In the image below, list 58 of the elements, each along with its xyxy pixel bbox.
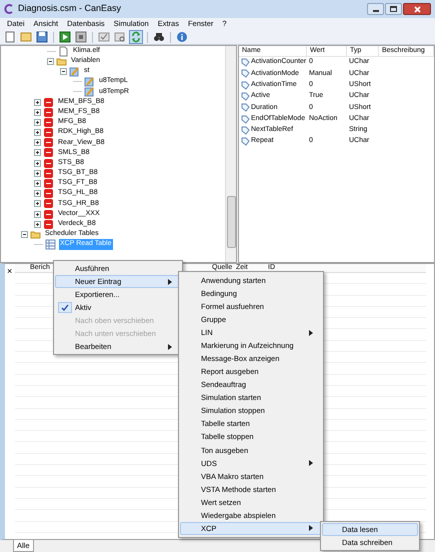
collapse-icon[interactable] (60, 68, 67, 75)
scrollbar[interactable] (225, 46, 236, 262)
info-button[interactable] (175, 30, 189, 44)
ecu-icon (43, 208, 54, 220)
expand-icon[interactable] (34, 220, 41, 228)
app-icon (4, 4, 14, 14)
expand-icon[interactable] (34, 149, 41, 156)
pencil-icon (84, 86, 95, 98)
play-button[interactable] (58, 30, 72, 44)
expand-icon[interactable] (34, 129, 41, 136)
expand-icon[interactable] (34, 190, 41, 198)
table-icon (45, 239, 56, 250)
expand-icon[interactable] (34, 210, 41, 218)
expand-icon[interactable] (34, 139, 41, 146)
ecu-icon (43, 137, 54, 148)
folder-icon (56, 56, 67, 67)
ecu-icon (43, 106, 54, 118)
collapse-icon[interactable] (47, 58, 54, 65)
pencil-icon (84, 76, 95, 88)
ecu-icon (43, 147, 54, 158)
submenu-arrow-icon (309, 525, 313, 532)
save-button[interactable] (35, 30, 49, 44)
checkmark-icon (58, 302, 72, 313)
submenu-arrow-icon (309, 460, 313, 466)
pencil-icon (69, 66, 80, 77)
stop-button[interactable] (74, 30, 88, 44)
checklist-button[interactable] (97, 30, 111, 44)
ecu-icon (43, 198, 54, 210)
ecu-icon (43, 218, 54, 230)
ecu-icon (43, 127, 54, 138)
ecu-icon (43, 188, 54, 200)
submenu-arrow-icon (309, 330, 313, 336)
ecu-icon (43, 96, 54, 108)
close-button[interactable]: × (7, 265, 12, 278)
expand-icon[interactable] (34, 180, 41, 188)
expand-icon[interactable] (34, 170, 41, 177)
refresh-button[interactable] (129, 30, 143, 44)
collapse-icon[interactable] (21, 230, 28, 238)
close-button[interactable] (403, 3, 431, 15)
expand-icon[interactable] (34, 160, 41, 167)
close-icon (414, 6, 420, 12)
new-document-button[interactable] (3, 30, 17, 44)
expand-icon[interactable] (34, 98, 41, 106)
ecu-icon (43, 168, 54, 179)
ecu-icon (43, 158, 54, 169)
minimize-button[interactable] (367, 3, 384, 15)
maximize-button[interactable] (385, 3, 402, 15)
expand-icon[interactable] (34, 200, 41, 208)
ecu-icon (43, 178, 54, 190)
submenu-arrow-icon (168, 278, 172, 284)
submenu-arrow-icon (168, 344, 172, 350)
folder-icon (30, 228, 41, 240)
checklist-search-button[interactable] (113, 30, 127, 44)
binoculars-button[interactable] (152, 30, 166, 44)
expand-icon[interactable] (34, 108, 41, 116)
expand-icon[interactable] (34, 118, 41, 126)
window-title: Diagnosis.csm - CanEasy (18, 2, 122, 16)
ecu-icon (43, 116, 54, 128)
